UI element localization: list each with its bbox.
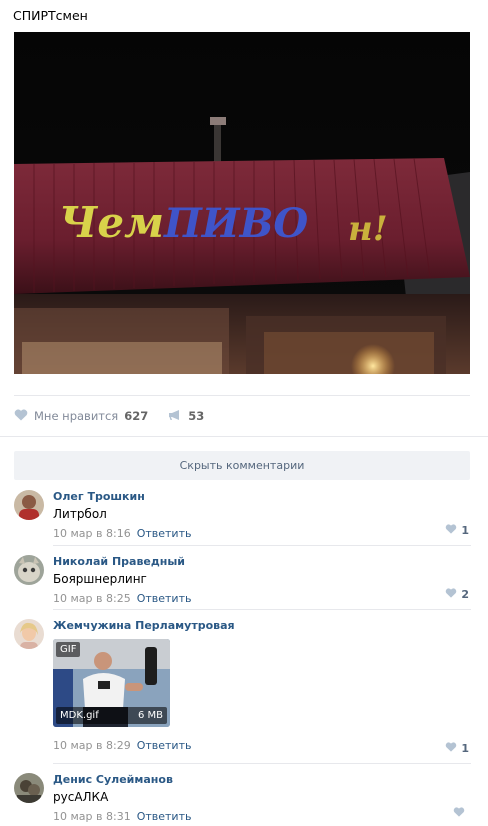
sign-text-part2: ПИВО — [163, 200, 308, 247]
sign-text-part1: Чем — [59, 198, 164, 247]
heart-icon — [445, 588, 457, 601]
comment: Олег Трошкин Литрбол 10 мар в 8:16 Ответи… — [14, 490, 471, 540]
post-text: СПИРТсмен — [13, 8, 88, 23]
comment: Денис Сулейманов русАЛКА 10 мар в 8:31 От… — [14, 773, 471, 823]
comment: Жемчужина Перламутровая GIF MDK.gif 6 MB… — [14, 619, 471, 755]
comment-text: русАЛКА — [53, 790, 109, 804]
comment-like-count: 1 — [461, 524, 469, 537]
comment-like-button[interactable] — [453, 807, 469, 820]
post-photo[interactable]: Чем ПИВО н! — [14, 32, 470, 374]
comment-author[interactable]: Жемчужина Перламутровая — [53, 619, 471, 633]
gif-file-info: MDK.gif 6 MB — [56, 707, 167, 724]
comment-divider — [53, 545, 471, 546]
reply-button[interactable]: Ответить — [137, 592, 192, 605]
gif-badge: GIF — [56, 642, 81, 657]
comment-like-button[interactable]: 2 — [445, 588, 469, 601]
avatar[interactable] — [14, 490, 44, 520]
post-actions: Мне нравится 627 53 — [14, 408, 224, 424]
avatar[interactable] — [14, 555, 44, 585]
comment-time[interactable]: 10 мар в 8:31 — [53, 810, 131, 823]
comment: Николай Праведный Бояршнерлинг 10 мар в … — [14, 555, 471, 605]
comments-divider — [0, 436, 488, 437]
heart-icon — [445, 742, 457, 755]
heart-icon — [453, 807, 465, 820]
like-button[interactable]: Мне нравится 627 — [14, 409, 148, 424]
avatar[interactable] — [14, 773, 44, 803]
comment-text: Литрбол — [53, 507, 107, 521]
comment-author[interactable]: Олег Трошкин — [53, 490, 471, 504]
post-photo-image: Чем ПИВО н! — [14, 32, 470, 374]
sign-text-part3: н! — [348, 209, 388, 249]
comment-like-button[interactable]: 1 — [445, 524, 469, 537]
like-label: Мне нравится — [34, 409, 119, 423]
share-button[interactable]: 53 — [168, 409, 204, 424]
share-count: 53 — [188, 409, 205, 423]
comment-like-count: 1 — [461, 742, 469, 755]
comment-author[interactable]: Денис Сулейманов — [53, 773, 471, 787]
comment-divider — [53, 609, 471, 610]
hide-comments-button[interactable]: Скрыть комментарии — [14, 451, 470, 480]
reply-button[interactable]: Ответить — [137, 739, 192, 752]
reply-button[interactable]: Ответить — [137, 810, 192, 823]
comment-text: Бояршнерлинг — [53, 572, 147, 586]
comment-like-button[interactable]: 1 — [445, 742, 469, 755]
comment-time[interactable]: 10 мар в 8:25 — [53, 592, 131, 605]
comment-time[interactable]: 10 мар в 8:16 — [53, 527, 131, 540]
comment-time[interactable]: 10 мар в 8:29 — [53, 739, 131, 752]
megaphone-icon — [168, 409, 182, 424]
heart-icon — [14, 409, 28, 424]
reply-button[interactable]: Ответить — [137, 527, 192, 540]
actions-divider — [14, 395, 470, 396]
comment-author[interactable]: Николай Праведный — [53, 555, 471, 569]
gif-attachment[interactable]: GIF MDK.gif 6 MB — [53, 639, 170, 727]
comment-divider — [53, 763, 471, 764]
heart-icon — [445, 524, 457, 537]
gif-file-size: 6 MB — [137, 710, 163, 721]
avatar[interactable] — [14, 619, 44, 649]
comment-like-count: 2 — [461, 588, 469, 601]
like-count: 627 — [124, 409, 149, 423]
gif-file-name: MDK.gif — [60, 710, 99, 721]
